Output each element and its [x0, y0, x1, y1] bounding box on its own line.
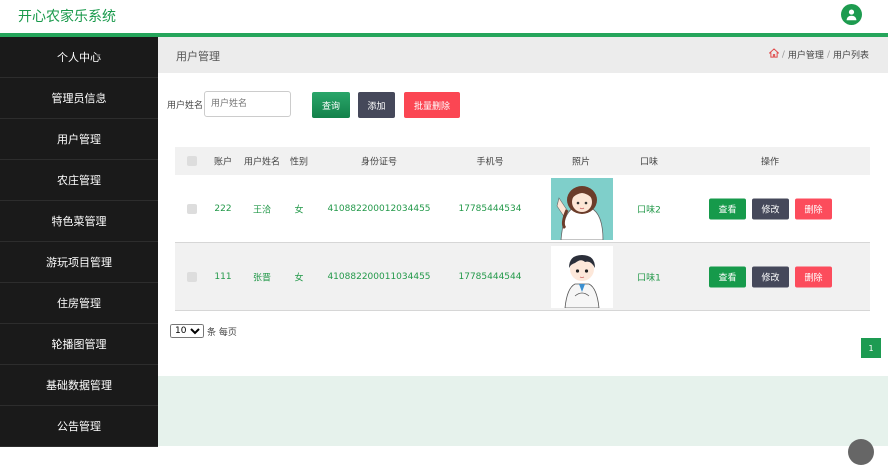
gender-cell: 女	[294, 205, 304, 215]
chevron-down-icon: ▼	[96, 53, 101, 60]
taste-cell: 口味2	[637, 205, 661, 215]
table-row: 111 张晋 女 410882200011034455 17785444544 …	[175, 243, 870, 311]
id-number-cell: 410882200012034455	[327, 203, 431, 214]
phone-cell: 17785444534	[458, 203, 522, 214]
edit-button[interactable]: 修改	[752, 266, 789, 287]
column-header: 身份证号	[360, 157, 398, 168]
sidebar-item-user-management[interactable]: 用户管理 ▼	[0, 119, 158, 160]
column-header: 照片	[571, 157, 591, 168]
boy-avatar-photo	[551, 246, 613, 309]
chevron-down-icon: ▼	[96, 176, 101, 183]
taste-cell: 口味1	[637, 273, 661, 283]
column-header: 手机号	[476, 157, 504, 168]
page-number-button[interactable]: 1	[861, 338, 881, 358]
sidebar-item-label: 个人中心	[57, 51, 101, 64]
sidebar-item-carousel-management[interactable]: 轮播图管理 ▼	[0, 324, 158, 365]
chevron-down-icon: ▼	[96, 381, 101, 388]
sidebar-item-label: 农庄管理	[57, 174, 101, 187]
chevron-down-icon: ▼	[96, 258, 101, 265]
sidebar-item-farm-management[interactable]: 农庄管理 ▼	[0, 160, 158, 201]
column-header: 用户姓名	[243, 157, 281, 168]
breadcrumb: / 用户管理 / 用户列表	[768, 48, 869, 61]
app-title: 开心农家乐系统	[18, 9, 116, 25]
delete-button[interactable]: 删除	[795, 198, 832, 219]
id-number-cell: 410882200011034455	[327, 271, 431, 282]
page-size-control: 10 条 每页	[170, 324, 237, 338]
add-button[interactable]: 添加	[358, 92, 395, 118]
back-to-top-button[interactable]	[848, 439, 874, 465]
search-label: 用户姓名	[167, 100, 204, 111]
column-header: 账户	[213, 157, 233, 168]
chevron-down-icon: ▼	[96, 135, 101, 142]
table-header: 账户 用户姓名 性别 身份证号 手机号 照片 口味 操作	[175, 147, 870, 175]
view-button[interactable]: 查看	[709, 198, 746, 219]
sidebar-item-notice-management[interactable]: 公告管理 ▼	[0, 406, 158, 447]
delete-button[interactable]: 删除	[795, 266, 832, 287]
sidebar-item-dish-management[interactable]: 特色菜管理 ▼	[0, 201, 158, 242]
sidebar-item-label: 住房管理	[57, 297, 101, 310]
sidebar-item-admin-info[interactable]: 管理员信息 ▼	[0, 78, 158, 119]
sidebar-item-base-data-management[interactable]: 基础数据管理 ▼	[0, 365, 158, 406]
sidebar-item-play-management[interactable]: 游玩项目管理 ▼	[0, 242, 158, 283]
account-cell: 222	[214, 203, 232, 214]
chevron-down-icon: ▼	[96, 217, 101, 224]
phone-cell: 17785444544	[458, 271, 522, 282]
content-header: 用户管理 / 用户管理 / 用户列表	[158, 37, 888, 73]
breadcrumb-separator: /	[826, 49, 830, 60]
account-cell: 111	[214, 271, 232, 282]
chevron-down-icon: ▼	[96, 299, 101, 306]
name-cell: 张晋	[252, 273, 272, 283]
chevron-down-icon: ▼	[96, 422, 101, 429]
column-header: 操作	[760, 157, 780, 168]
sidebar-item-label: 基础数据管理	[46, 379, 112, 392]
search-button[interactable]: 查询	[312, 92, 350, 118]
column-header: 性别	[289, 157, 309, 168]
chevron-down-icon: ▼	[96, 340, 101, 347]
page-size-select[interactable]: 10	[170, 324, 204, 338]
breadcrumb-item[interactable]: 用户管理	[788, 48, 824, 61]
sidebar-item-label: 游玩项目管理	[46, 256, 112, 269]
breadcrumb-separator: /	[781, 49, 785, 60]
row-checkbox[interactable]	[187, 203, 197, 214]
row-checkbox[interactable]	[187, 271, 197, 282]
gender-cell: 女	[294, 273, 304, 283]
batch-delete-button[interactable]: 批量删除	[404, 92, 460, 118]
top-bar: 开心农家乐系统	[0, 0, 888, 33]
main-content: 用户管理 / 用户管理 / 用户列表 用户姓名 查询 添加 批量删除 账户 用户…	[158, 37, 888, 465]
home-icon[interactable]	[768, 48, 780, 61]
view-button[interactable]: 查看	[709, 266, 746, 287]
name-cell: 王洽	[252, 205, 272, 215]
footer-band	[158, 376, 888, 446]
select-all-checkbox[interactable]	[187, 156, 197, 166]
edit-button[interactable]: 修改	[752, 198, 789, 219]
sidebar-item-housing-management[interactable]: 住房管理 ▼	[0, 283, 158, 324]
sidebar-item-personal-center[interactable]: 个人中心 ▼	[0, 37, 158, 78]
sidebar-item-label: 用户管理	[57, 133, 101, 146]
sidebar-item-label: 公告管理	[57, 420, 101, 433]
name-search-input[interactable]	[204, 91, 291, 117]
sidebar: 个人中心 ▼ 管理员信息 ▼ 用户管理 ▼ 农庄管理 ▼ 特色菜管理 ▼ 游玩项目管理 ▼ …	[0, 37, 158, 447]
breadcrumb-item-current: 用户列表	[832, 51, 869, 61]
search-form: 用户姓名	[167, 91, 203, 117]
page-size-suffix: 条 每页	[207, 327, 237, 338]
user-avatar-icon[interactable]	[841, 4, 862, 25]
chevron-down-icon: ▼	[96, 94, 101, 101]
user-table: 账户 用户姓名 性别 身份证号 手机号 照片 口味 操作 222 王洽 女 41…	[175, 147, 870, 311]
page-title: 用户管理	[176, 50, 220, 63]
column-header: 口味	[639, 157, 659, 168]
girl-avatar-photo	[551, 178, 613, 241]
table-row: 222 王洽 女 410882200012034455 17785444534	[175, 175, 870, 243]
